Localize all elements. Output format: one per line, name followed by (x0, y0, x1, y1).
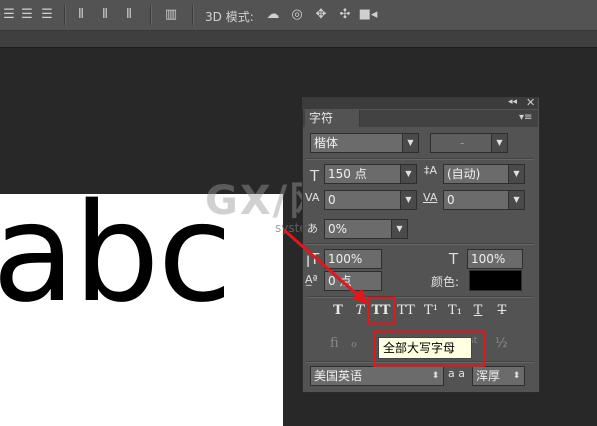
annotation-arrow (283, 228, 368, 305)
